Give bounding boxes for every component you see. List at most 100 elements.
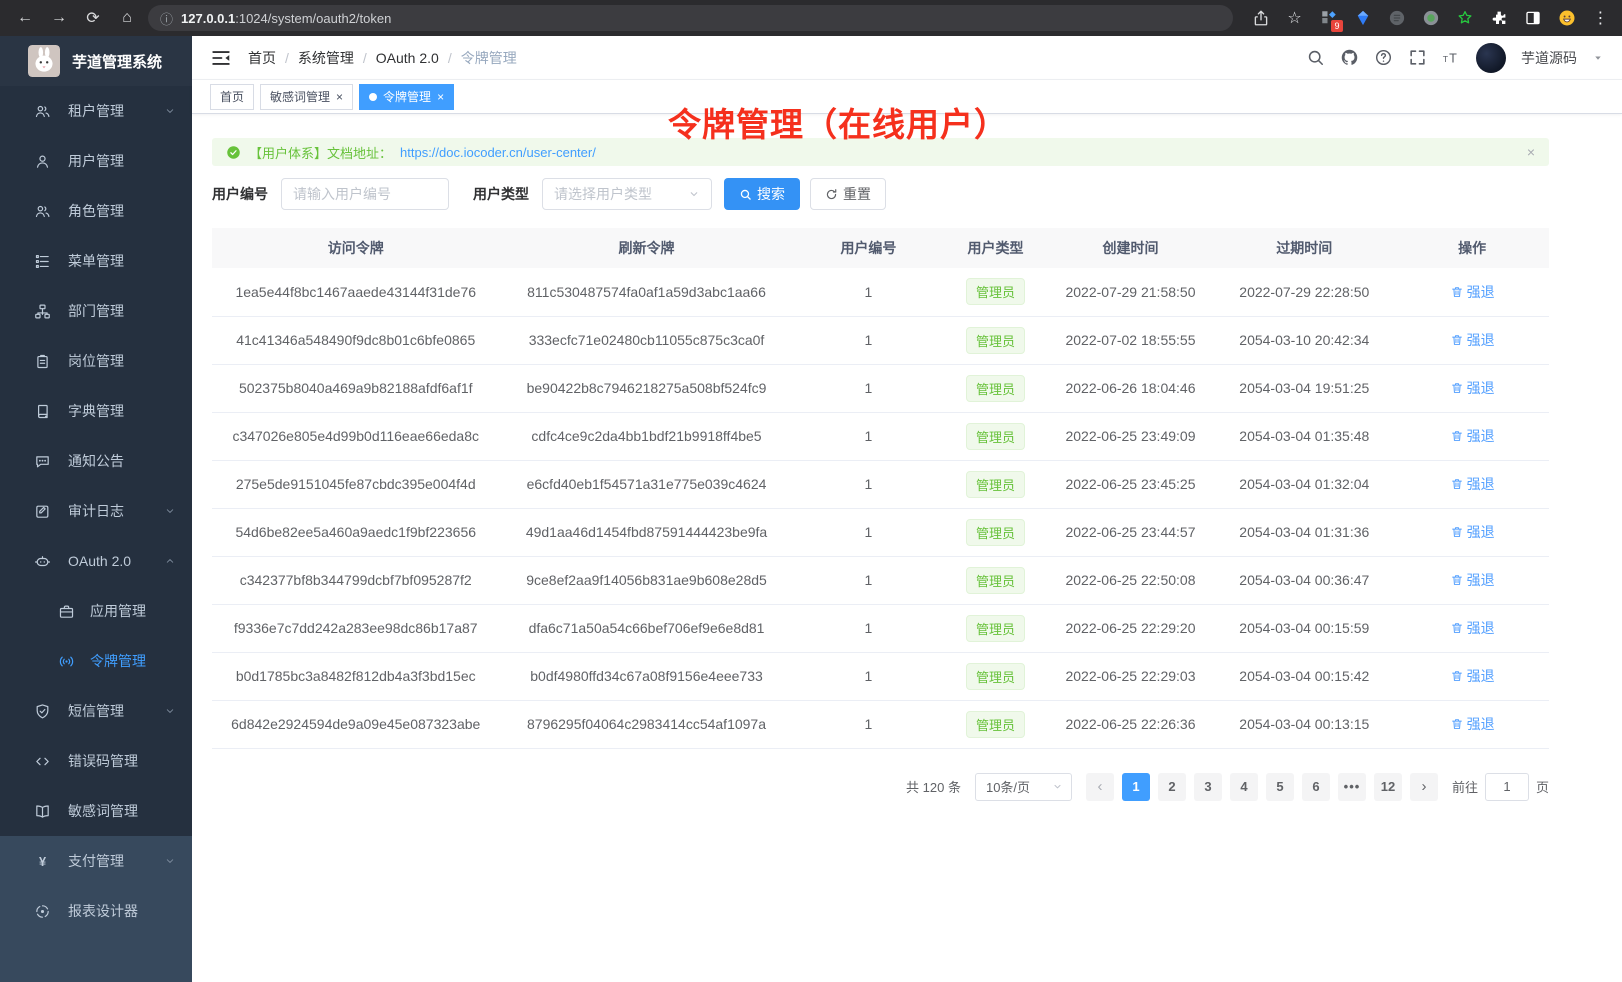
share-icon[interactable] — [1251, 9, 1270, 28]
github-icon[interactable] — [1340, 48, 1359, 67]
sidebar-item-岗位管理[interactable]: 岗位管理 — [0, 336, 192, 386]
browser-forward-button[interactable]: → — [46, 5, 72, 31]
breadcrumb-item-系统管理[interactable]: 系统管理 — [298, 48, 354, 68]
browser-back-button[interactable]: ← — [12, 5, 38, 31]
sidebar-item-OAuth 2.0[interactable]: OAuth 2.0 — [0, 536, 192, 586]
user-type-select[interactable]: 请选择用户类型 — [542, 178, 712, 210]
sidebar-item-字典管理[interactable]: 字典管理 — [0, 386, 192, 436]
force-logout-button[interactable]: 强退 — [1450, 522, 1495, 542]
tab-敏感词管理[interactable]: 敏感词管理× — [260, 84, 353, 110]
site-info-icon[interactable]: ⓘ — [160, 9, 173, 28]
sidebar-item-敏感词管理[interactable]: 敏感词管理 — [0, 786, 192, 836]
sidebar-item-通知公告[interactable]: 通知公告 — [0, 436, 192, 486]
sidebar-item-租户管理[interactable]: 租户管理 — [0, 86, 192, 136]
prev-page-button[interactable]: ‹ — [1086, 773, 1114, 801]
browser-menu-kebab-icon[interactable]: ⋮ — [1591, 9, 1610, 28]
column-header-刷新令牌: 刷新令牌 — [499, 228, 793, 268]
created-time-cell: 2022-06-25 22:50:08 — [1048, 556, 1214, 604]
svg-text:T: T — [1443, 54, 1449, 64]
trash-icon — [1450, 621, 1464, 635]
page-size-select[interactable]: 10条/页 — [975, 773, 1072, 801]
extension-split-square-icon[interactable] — [1523, 9, 1542, 28]
extension-green-dot-icon[interactable] — [1421, 9, 1440, 28]
page-button-12[interactable]: 12 — [1374, 773, 1402, 801]
force-logout-button[interactable]: 强退 — [1450, 618, 1495, 638]
tab-令牌管理[interactable]: 令牌管理× — [359, 84, 454, 110]
bookmark-star-icon[interactable]: ☆ — [1285, 9, 1304, 28]
sidebar-item-报表设计器[interactable]: 报表设计器 — [0, 886, 192, 936]
tab-close-icon[interactable]: × — [437, 91, 444, 103]
tab-首页[interactable]: 首页 — [210, 84, 254, 110]
tab-close-icon[interactable]: × — [336, 91, 343, 103]
sidebar-item-支付管理[interactable]: ¥支付管理 — [0, 836, 192, 886]
force-logout-button[interactable]: 强退 — [1450, 330, 1495, 350]
force-logout-button[interactable]: 强退 — [1450, 282, 1495, 302]
user-id-cell: 1 — [794, 268, 944, 316]
profile-emoji-avatar[interactable] — [1557, 9, 1576, 28]
table-header-row: 访问令牌刷新令牌用户编号用户类型创建时间过期时间操作 — [212, 228, 1549, 268]
pages-more-button[interactable]: ••• — [1338, 773, 1366, 801]
sidebar-item-审计日志[interactable]: 审计日志 — [0, 486, 192, 536]
chevron-down-icon — [164, 855, 176, 867]
app-logo[interactable]: 芋道管理系统 — [0, 36, 192, 86]
search-icon[interactable] — [1306, 48, 1325, 67]
user-name[interactable]: 芋道源码 — [1521, 48, 1577, 68]
user-id-cell: 1 — [794, 652, 944, 700]
alert-doc-link[interactable]: https://doc.iocoder.cn/user-center/ — [400, 145, 596, 160]
user-id-cell: 1 — [794, 700, 944, 748]
force-logout-button[interactable]: 强退 — [1450, 570, 1495, 590]
sidebar-item-用户管理[interactable]: 用户管理 — [0, 136, 192, 186]
refresh-token-cell: e6cfd40eb1f54571a31e775e039c4624 — [499, 460, 793, 508]
logo-rabbit-icon — [28, 45, 60, 77]
page-button-4[interactable]: 4 — [1230, 773, 1258, 801]
force-logout-button[interactable]: 强退 — [1450, 378, 1495, 398]
sidebar-item-短信管理[interactable]: 短信管理 — [0, 686, 192, 736]
sidebar-item-错误码管理[interactable]: 错误码管理 — [0, 736, 192, 786]
goto-label: 前往 — [1452, 777, 1478, 796]
breadcrumb-item-首页[interactable]: 首页 — [248, 48, 276, 68]
next-page-button[interactable]: › — [1410, 773, 1438, 801]
log-icon — [34, 503, 51, 520]
sidebar-item-部门管理[interactable]: 部门管理 — [0, 286, 192, 336]
page-button-1[interactable]: 1 — [1122, 773, 1150, 801]
force-logout-button[interactable]: 强退 — [1450, 714, 1495, 734]
table-row: 41c41346a548490f9dc8b01c6bfe0865333ecfc7… — [212, 316, 1549, 364]
user-id-cell: 1 — [794, 316, 944, 364]
page-button-6[interactable]: 6 — [1302, 773, 1330, 801]
user-id-input[interactable] — [281, 178, 449, 210]
page-button-3[interactable]: 3 — [1194, 773, 1222, 801]
sidebar-item-label: 敏感词管理 — [68, 801, 138, 821]
extension-blocks-icon[interactable]: 9 — [1319, 9, 1338, 28]
menu-fold-icon[interactable] — [210, 47, 232, 69]
search-button[interactable]: 搜索 — [724, 178, 800, 210]
sidebar-item-应用管理[interactable]: 应用管理 — [0, 586, 192, 636]
user-avatar[interactable] — [1476, 43, 1506, 73]
alert-close-icon[interactable]: × — [1527, 144, 1535, 160]
extension-green-star-icon[interactable] — [1455, 9, 1474, 28]
extension-gem-icon[interactable] — [1353, 9, 1372, 28]
browser-reload-button[interactable]: ⟳ — [80, 5, 106, 31]
force-logout-button[interactable]: 强退 — [1450, 666, 1495, 686]
address-bar[interactable]: ⓘ 127.0.0.1:1024/system/oauth2/token — [148, 5, 1233, 31]
fullscreen-icon[interactable] — [1408, 48, 1427, 67]
breadcrumb-item-OAuth 2.0[interactable]: OAuth 2.0 — [376, 50, 439, 66]
sidebar-menu: 租户管理用户管理角色管理菜单管理部门管理岗位管理字典管理通知公告审计日志OAut… — [0, 86, 192, 836]
extension-dark-circle-icon[interactable] — [1387, 9, 1406, 28]
expire-time-cell: 2022-07-29 22:28:50 — [1213, 268, 1395, 316]
page-button-2[interactable]: 2 — [1158, 773, 1186, 801]
font-size-icon[interactable]: TT — [1442, 48, 1461, 67]
force-logout-label: 强退 — [1467, 426, 1495, 446]
extension-puzzle-icon[interactable] — [1489, 9, 1508, 28]
page-button-5[interactable]: 5 — [1266, 773, 1294, 801]
reset-button[interactable]: 重置 — [810, 178, 886, 210]
sidebar-item-令牌管理[interactable]: 令牌管理 — [0, 636, 192, 686]
sidebar-item-菜单管理[interactable]: 菜单管理 — [0, 236, 192, 286]
menu-icon — [34, 253, 51, 270]
chevron-down-icon[interactable] — [1592, 52, 1604, 64]
force-logout-button[interactable]: 强退 — [1450, 426, 1495, 446]
force-logout-button[interactable]: 强退 — [1450, 474, 1495, 494]
sidebar-item-角色管理[interactable]: 角色管理 — [0, 186, 192, 236]
help-icon[interactable] — [1374, 48, 1393, 67]
goto-page-input[interactable] — [1485, 773, 1529, 801]
browser-home-button[interactable]: ⌂ — [114, 5, 140, 31]
